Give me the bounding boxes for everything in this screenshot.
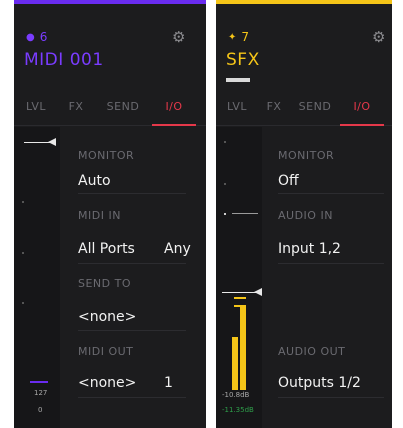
meter-bar-left xyxy=(232,337,238,390)
track-tabs: LVL FX SEND I/O xyxy=(216,92,392,126)
divider xyxy=(78,263,186,264)
peak-hold-marker xyxy=(234,297,246,299)
tab-lvl[interactable]: LVL xyxy=(14,92,58,126)
meter-tick xyxy=(224,213,226,215)
divider xyxy=(78,397,186,398)
midi-out-channel[interactable]: 1 xyxy=(164,375,173,391)
divider xyxy=(278,193,384,194)
gear-icon[interactable]: ⚙ xyxy=(172,28,185,46)
tab-fx[interactable]: FX xyxy=(58,92,94,126)
tab-send[interactable]: SEND xyxy=(290,92,340,126)
track-header[interactable]: ● 6 MIDI 001 ⚙ xyxy=(14,4,206,82)
track-tabs: LVL FX SEND I/O xyxy=(14,92,206,126)
divider xyxy=(78,193,186,194)
track-panel-audio: ✦ 7 SFX ⚙ LVL FX SEND I/O -10.8dB -11.35… xyxy=(216,0,392,428)
tab-send[interactable]: SEND xyxy=(94,92,152,126)
monitor-label: MONITOR xyxy=(78,149,135,162)
tab-fx[interactable]: FX xyxy=(258,92,290,126)
tab-lvl[interactable]: LVL xyxy=(216,92,258,126)
track-number: ● 6 xyxy=(26,30,48,44)
fader-handle[interactable] xyxy=(48,138,56,146)
meter-value-top: 127 xyxy=(34,389,48,397)
send-to-label: SEND TO xyxy=(78,277,132,290)
midi-in-value[interactable]: All Ports xyxy=(78,241,135,257)
tab-io[interactable]: I/O xyxy=(152,92,196,126)
midi-in-channel[interactable]: Any xyxy=(164,241,191,257)
horizontal-scrollbar[interactable] xyxy=(226,78,250,82)
meter-tick xyxy=(22,302,24,304)
meter-tick xyxy=(224,141,226,143)
track-panel-midi: ● 6 MIDI 001 ⚙ LVL FX SEND I/O 127 0 MON… xyxy=(14,0,206,428)
level-meter[interactable]: 127 0 xyxy=(14,127,60,428)
monitor-value[interactable]: Off xyxy=(278,173,299,189)
meter-mark xyxy=(232,213,258,214)
send-to-value[interactable]: <none> xyxy=(78,309,136,325)
midi-activity-bar xyxy=(30,381,48,383)
audio-out-label: AUDIO OUT xyxy=(278,345,346,358)
meter-value-peak: -11.35dB xyxy=(222,406,254,414)
meter-tick xyxy=(22,252,24,254)
audio-in-label: AUDIO IN xyxy=(278,209,333,222)
audio-out-value[interactable]: Outputs 1/2 xyxy=(278,375,361,391)
track-header[interactable]: ✦ 7 SFX ⚙ xyxy=(216,4,392,82)
meter-tick xyxy=(224,183,226,185)
midi-in-label: MIDI IN xyxy=(78,209,121,222)
midi-icon: ● xyxy=(26,31,35,43)
divider xyxy=(78,330,186,331)
meter-value-level: -10.8dB xyxy=(222,391,250,399)
fader-handle[interactable] xyxy=(254,288,262,296)
divider xyxy=(278,263,384,264)
fader-line xyxy=(222,292,256,293)
midi-out-label: MIDI OUT xyxy=(78,345,134,358)
audio-icon: ✦ xyxy=(228,31,237,43)
divider xyxy=(278,397,384,398)
monitor-value[interactable]: Auto xyxy=(78,173,111,189)
level-meter[interactable]: -10.8dB -11.35dB xyxy=(216,127,262,428)
meter-bar-right xyxy=(240,307,246,390)
meter-tick xyxy=(22,201,24,203)
gear-icon[interactable]: ⚙ xyxy=(372,28,385,46)
meter-value-bottom: 0 xyxy=(38,406,43,414)
audio-in-value[interactable]: Input 1,2 xyxy=(278,241,341,257)
midi-out-value[interactable]: <none> xyxy=(78,375,136,391)
track-name[interactable]: MIDI 001 xyxy=(24,50,104,70)
track-name[interactable]: SFX xyxy=(226,50,260,70)
track-number: ✦ 7 xyxy=(228,30,250,44)
monitor-label: MONITOR xyxy=(278,149,335,162)
tab-io[interactable]: I/O xyxy=(340,92,384,126)
